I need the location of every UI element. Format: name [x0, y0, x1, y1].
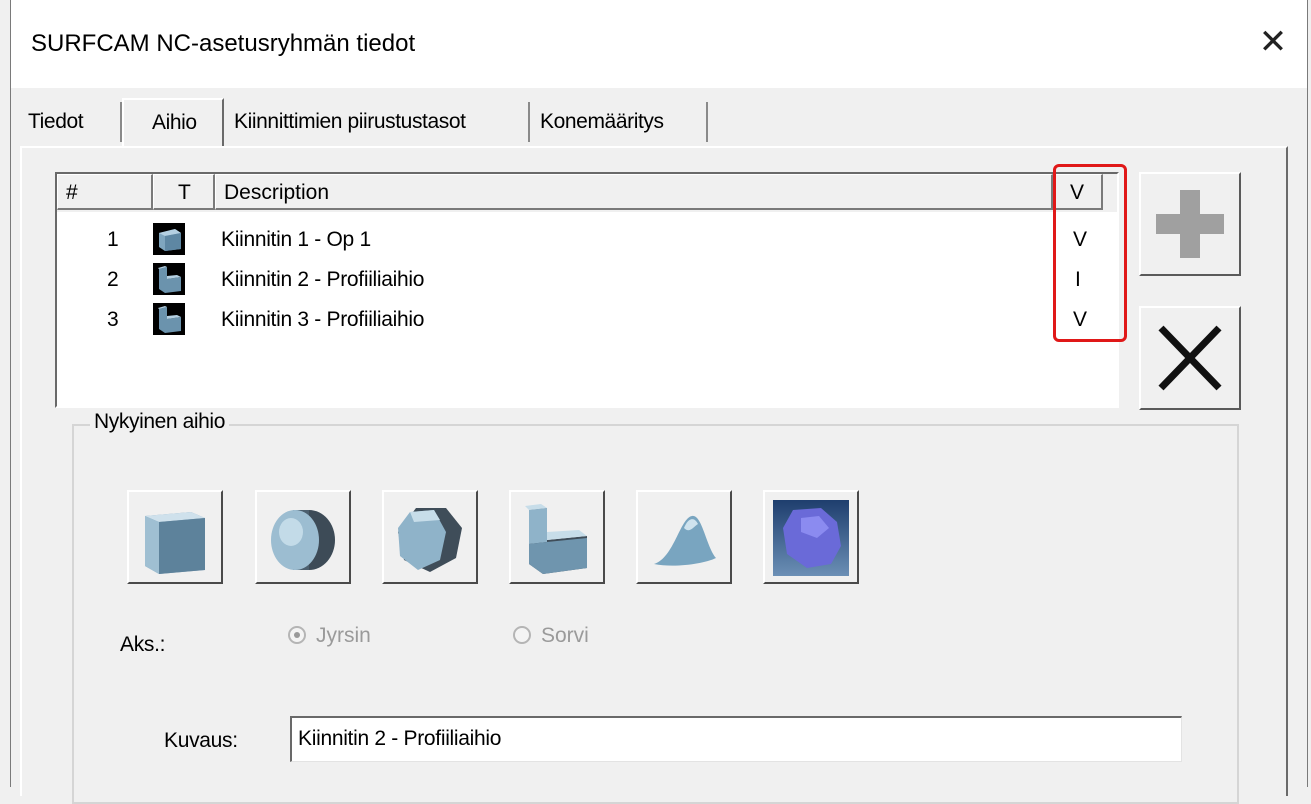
radio-lathe: Sorvi	[513, 624, 589, 648]
list-item[interactable]: 2 Kiinnitin 2 - Profiiliaihio I	[57, 260, 1117, 300]
column-header-number[interactable]: #	[57, 174, 153, 210]
surface-stock-button[interactable]	[636, 490, 732, 584]
block-icon	[153, 223, 185, 255]
row-visibility: V	[1073, 228, 1087, 251]
profile-stock-button[interactable]	[509, 490, 605, 584]
polygon-stock-button[interactable]	[382, 490, 478, 584]
row-number: 2	[107, 268, 119, 291]
tab-kiinnittimien-piirustustasot[interactable]: Kiinnittimien piirustustasot	[224, 102, 530, 142]
radio-lathe-indicator	[513, 626, 531, 644]
row-number: 1	[107, 228, 119, 251]
column-header-description[interactable]: Description	[215, 174, 1053, 210]
column-header-visible[interactable]: V	[1053, 174, 1103, 210]
radio-lathe-label: Sorvi	[541, 624, 589, 647]
close-button[interactable]: ✕	[1253, 22, 1293, 62]
cylinder-stock-button[interactable]	[255, 490, 351, 584]
radio-mill: Jyrsin	[288, 624, 371, 648]
description-label: Kuvaus:	[164, 729, 238, 752]
x-icon	[1141, 325, 1239, 412]
title-bar: SURFCAM NC-asetusryhmän tiedot ✕	[11, 0, 1307, 88]
row-description: Kiinnitin 2 - Profiiliaihio	[221, 268, 425, 291]
group-title: Nykyinen aihio	[90, 410, 229, 434]
profile-icon	[153, 263, 185, 295]
axis-label: Aks.:	[120, 633, 166, 656]
plus-icon	[1141, 190, 1239, 278]
stl-stock-button[interactable]	[763, 490, 859, 584]
tab-tiedot[interactable]: Tiedot	[18, 102, 122, 142]
list-header: # T Description V	[57, 174, 1117, 212]
profile-icon	[153, 303, 185, 335]
row-visibility: V	[1073, 308, 1087, 331]
add-fixture-button[interactable]	[1139, 172, 1241, 276]
radio-mill-label: Jyrsin	[316, 624, 371, 647]
row-description: Kiinnitin 1 - Op 1	[221, 228, 371, 251]
list-item[interactable]: 1 Kiinnitin 1 - Op 1 V	[57, 220, 1117, 260]
row-description: Kiinnitin 3 - Profiiliaihio	[221, 308, 425, 331]
fixture-list[interactable]: # T Description V 1 Kiinnitin 1 - Op 1 V…	[55, 172, 1119, 408]
list-item[interactable]: 3 Kiinnitin 3 - Profiiliaihio V	[57, 300, 1117, 340]
window-title: SURFCAM NC-asetusryhmän tiedot	[31, 30, 416, 57]
row-number: 3	[107, 308, 119, 331]
delete-fixture-button[interactable]	[1139, 306, 1241, 410]
column-header-type[interactable]: T	[153, 174, 215, 210]
tab-aihio[interactable]: Aihio	[122, 98, 224, 146]
box-stock-button[interactable]	[127, 490, 223, 584]
tab-konemaaritys[interactable]: Konemääritys	[530, 102, 708, 142]
radio-mill-indicator	[288, 626, 306, 644]
description-input[interactable]: Kiinnitin 2 - Profiiliaihio	[290, 716, 1182, 762]
row-visibility: I	[1075, 268, 1081, 291]
